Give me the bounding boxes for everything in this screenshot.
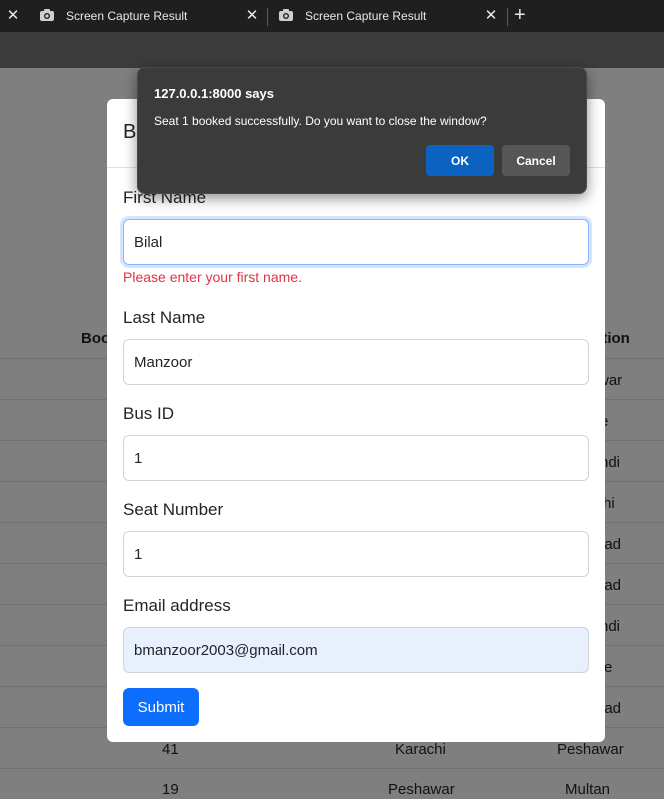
tab-separator: [507, 8, 508, 26]
browser-tab[interactable]: Screen Capture Result: [40, 0, 265, 32]
browser-tab-strip: ✕ Screen Capture Result ✕ Screen Capture…: [0, 0, 664, 32]
camera-icon: [279, 9, 293, 21]
bus-id-label: Bus ID: [123, 404, 175, 423]
alert-dialog: 127.0.0.1:8000 says Seat 1 booked succes…: [137, 67, 587, 194]
bus-id-field[interactable]: [123, 435, 589, 481]
browser-toolbar: [0, 32, 664, 68]
close-tab-icon[interactable]: ✕: [5, 7, 21, 25]
seat-number-label: Seat Number: [123, 500, 224, 519]
cancel-button[interactable]: Cancel: [502, 145, 570, 176]
modal-title: B: [123, 121, 137, 143]
dialog-message: Seat 1 booked successfully. Do you want …: [154, 114, 487, 128]
tab-separator: [267, 8, 268, 26]
email-field[interactable]: [123, 627, 589, 673]
submit-button[interactable]: Submit: [123, 688, 199, 726]
dialog-title: 127.0.0.1:8000 says: [154, 86, 274, 101]
last-name-field[interactable]: [123, 339, 589, 385]
browser-tab[interactable]: Screen Capture Result: [279, 0, 504, 32]
last-name-label: Last Name: [123, 308, 206, 327]
first-name-error: Please enter your first name.: [123, 269, 302, 285]
tab-title: Screen Capture Result: [66, 9, 188, 23]
first-name-field[interactable]: [123, 219, 589, 265]
camera-icon: [40, 9, 54, 21]
close-tab-icon[interactable]: ✕: [244, 7, 260, 25]
tab-title: Screen Capture Result: [305, 9, 427, 23]
new-tab-button[interactable]: +: [514, 4, 526, 26]
booking-modal: B ✕ First Name Please enter your first n…: [107, 99, 605, 742]
seat-number-field[interactable]: [123, 531, 589, 577]
email-label: Email address: [123, 596, 231, 615]
close-tab-icon[interactable]: ✕: [483, 7, 499, 25]
ok-button[interactable]: OK: [426, 145, 494, 176]
